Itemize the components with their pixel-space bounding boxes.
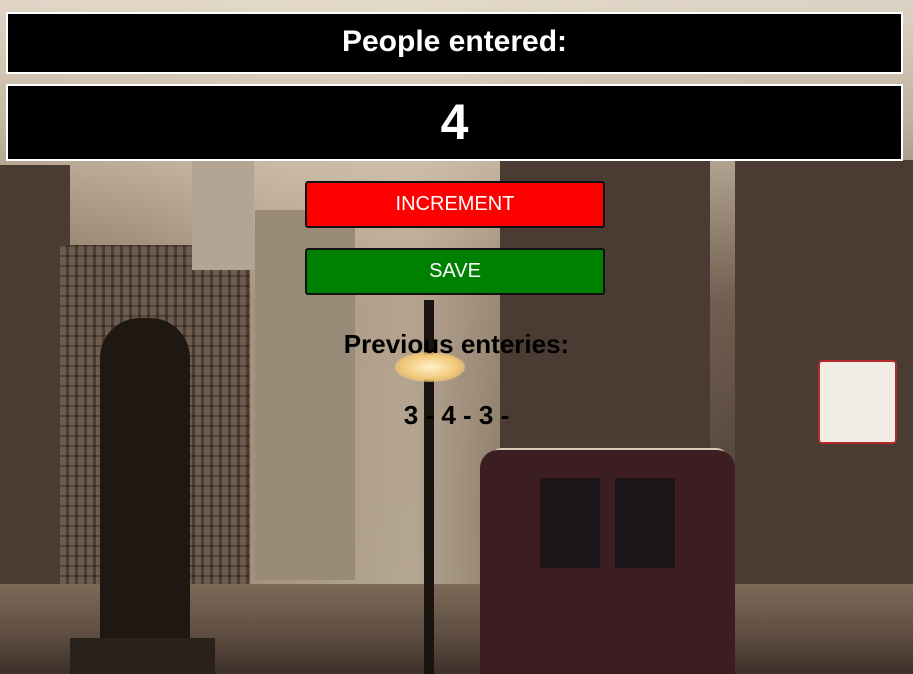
people-entered-title: People entered: [6, 12, 903, 74]
statue [100, 318, 190, 648]
people-count: 4 [6, 84, 903, 161]
save-button[interactable]: SAVE [305, 248, 605, 295]
increment-button[interactable]: INCREMENT [305, 181, 605, 228]
previous-entries-list: 3 - 4 - 3 - [403, 400, 510, 430]
previous-entries-title: Previous enteries: [343, 329, 570, 359]
statue-base [70, 638, 215, 674]
trolley-window [540, 478, 600, 568]
trolley-window [615, 478, 675, 568]
trolley [480, 450, 735, 674]
clock-tower [192, 160, 254, 270]
